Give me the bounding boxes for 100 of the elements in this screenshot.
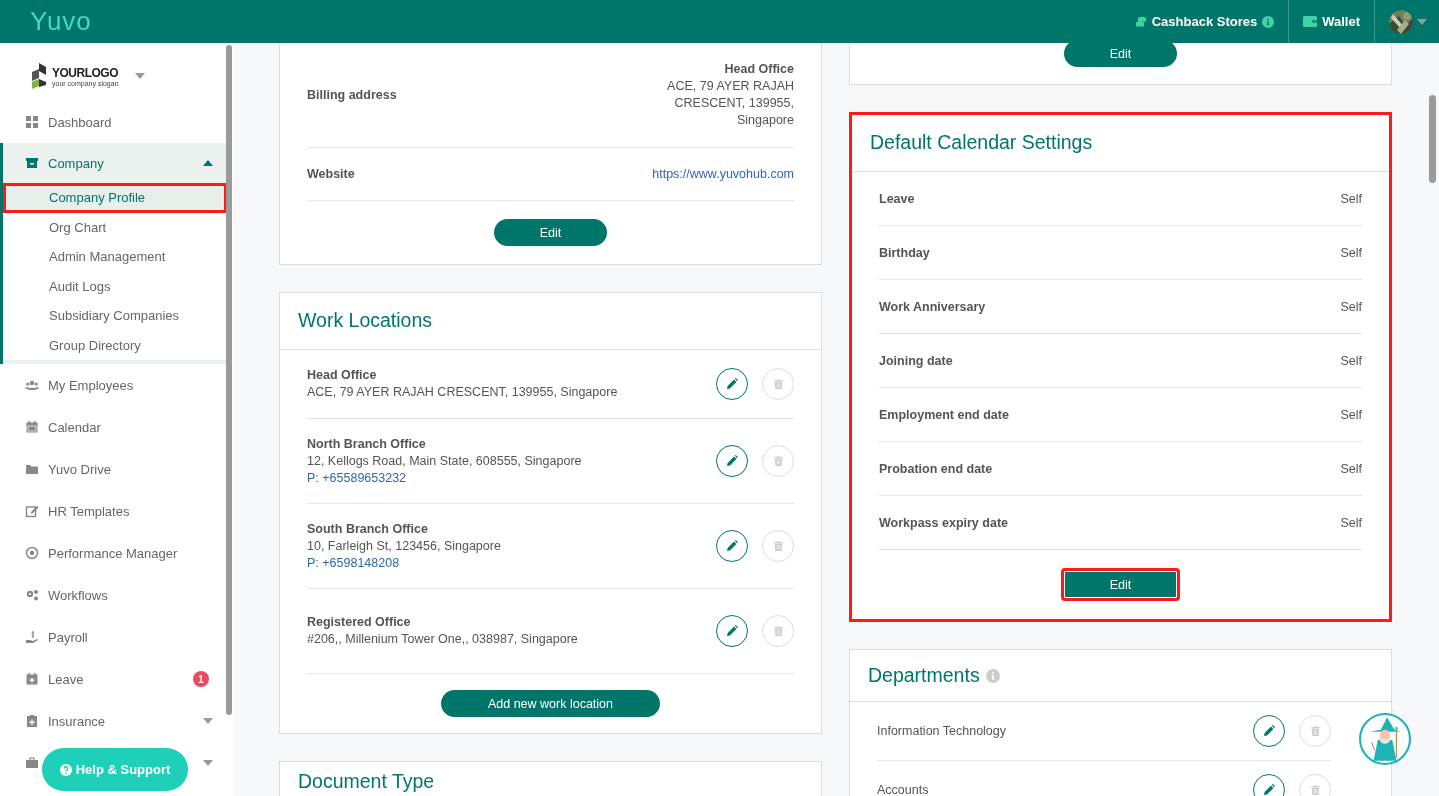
setting-label: Work Anniversary	[879, 299, 986, 314]
location-address: ACE, 79 AYER RAJAH CRESCENT, 139955, Singapore	[307, 384, 619, 401]
delete-button[interactable]	[1299, 715, 1331, 747]
delete-button[interactable]	[762, 530, 794, 562]
menu-item[interactable]: Workflows	[0, 574, 227, 616]
setting-value: Self	[1340, 461, 1362, 476]
pencil-icon	[726, 625, 738, 637]
submenu-item[interactable]: Group Directory	[3, 330, 227, 360]
phone-link[interactable]: P: +65589653232	[307, 469, 702, 487]
field-value-title: Head Office	[724, 61, 794, 78]
add-location-button[interactable]: Add new work location	[441, 690, 660, 717]
setting-label: Workpass expiry date	[879, 515, 1008, 530]
location-name: Registered Office	[307, 614, 412, 631]
card-title: Document Type	[280, 762, 821, 796]
card-title: Default Calendar Settings	[852, 115, 1389, 172]
trash-icon	[1309, 725, 1321, 737]
gears-icon	[25, 588, 39, 602]
setting-value: Self	[1340, 191, 1362, 206]
department-name: Information Technology	[877, 724, 1008, 738]
pencil-icon	[726, 455, 738, 467]
menu-item[interactable]: Yuvo Drive	[0, 448, 227, 490]
delete-button[interactable]	[762, 368, 794, 400]
grid-icon	[25, 115, 39, 129]
people-icon	[25, 378, 39, 392]
submenu-item[interactable]: Org Chart	[3, 212, 227, 242]
phone-link[interactable]: P: +6598148208	[307, 554, 702, 572]
coins-icon	[1134, 15, 1147, 28]
setting-label: Employment end date	[879, 407, 1009, 422]
pencil-icon	[1263, 725, 1275, 737]
setting-value: Self	[1340, 407, 1362, 422]
location-address: 12, Kellogs Road, Main State, 608555, Singapore	[307, 452, 583, 470]
edit-button[interactable]	[716, 445, 748, 477]
count-badge: 1	[193, 671, 209, 687]
location-name: North Branch Office	[307, 435, 427, 453]
setting-value: Self	[1340, 515, 1362, 530]
wallet-icon	[1303, 16, 1318, 27]
edit-button[interactable]	[1253, 715, 1285, 747]
pencil-icon	[726, 378, 738, 390]
menu-item[interactable]: Leave 1	[0, 658, 227, 700]
edit-button[interactable]: Edit	[1064, 43, 1177, 67]
menu-item[interactable]: HR Templates	[0, 490, 227, 532]
trash-icon	[772, 625, 784, 637]
menu-item[interactable]: My Employees	[0, 364, 227, 406]
card-title: Work Locations	[280, 293, 821, 350]
trash-icon	[772, 378, 784, 390]
setting-label: Joining date	[879, 353, 953, 368]
department-name: Accounts	[877, 783, 930, 796]
scrollbar[interactable]	[226, 45, 232, 715]
briefcase-icon	[25, 756, 39, 770]
submenu-item[interactable]: Admin Management	[3, 242, 227, 272]
location-address: 10, Farleigh St, 123456, Singapore	[307, 537, 502, 555]
location-name: South Branch Office	[307, 520, 429, 538]
nav-link[interactable]: Cashback Stores	[1120, 0, 1289, 43]
app-logo[interactable]: Yuvo	[30, 6, 92, 37]
setting-value: Self	[1340, 353, 1362, 368]
cube-icon	[32, 63, 46, 89]
menu-item[interactable]: Insurance	[0, 700, 227, 742]
submenu-item[interactable]: Subsidiary Companies	[3, 301, 227, 331]
setting-label: Birthday	[879, 245, 930, 260]
card-title: Departments	[867, 663, 980, 688]
caret-icon	[1417, 18, 1427, 25]
submenu-item[interactable]: Audit Logs	[3, 271, 227, 301]
delete-button[interactable]	[762, 615, 794, 647]
caret-icon	[203, 718, 213, 724]
menu-item[interactable]: Dashboard	[0, 101, 227, 143]
setting-value: Self	[1340, 245, 1362, 260]
menu-item[interactable]: Calendar	[0, 406, 227, 448]
location-name: Head Office	[307, 367, 378, 384]
location-address: #206,, Millenium Tower One,, 038987, Singapore	[307, 631, 579, 648]
edit-button[interactable]	[716, 368, 748, 400]
scrollbar[interactable]	[1429, 95, 1436, 183]
field-label: Website	[307, 167, 355, 181]
website-link[interactable]: https://www.yuvohub.com	[652, 167, 794, 181]
hand-coin-icon	[25, 630, 39, 644]
edit-icon	[25, 504, 39, 518]
edit-button[interactable]	[716, 615, 748, 647]
submenu-item[interactable]: Company Profile	[3, 183, 227, 213]
archive-icon	[25, 156, 39, 170]
delete-button[interactable]	[762, 445, 794, 477]
pencil-icon	[726, 540, 738, 552]
caret-icon[interactable]	[203, 760, 213, 766]
menu-item[interactable]: Company	[3, 143, 227, 183]
field-value: ACE, 79 AYER RAJAH CRESCENT, 139955, Singapore	[666, 78, 794, 129]
caret-icon	[134, 73, 145, 79]
caret-icon	[203, 160, 213, 166]
edit-button[interactable]	[716, 530, 748, 562]
edit-button[interactable]: Edit	[494, 219, 607, 246]
pencil-icon	[1263, 784, 1275, 796]
calendar-icon	[25, 420, 39, 434]
edit-button[interactable]: Edit	[1061, 568, 1180, 601]
field-label: Billing address	[307, 88, 397, 102]
calendar-icon	[25, 672, 39, 686]
trash-icon	[772, 455, 784, 467]
trash-icon	[1309, 784, 1321, 796]
menu-item[interactable]: Performance Manager	[0, 532, 227, 574]
setting-label: Probation end date	[879, 461, 993, 476]
wizard-drawing[interactable]	[1359, 713, 1411, 765]
menu-item[interactable]: Payroll	[0, 616, 227, 658]
help-icon	[59, 763, 72, 776]
logo-text: YOURLOGO	[52, 65, 119, 80]
